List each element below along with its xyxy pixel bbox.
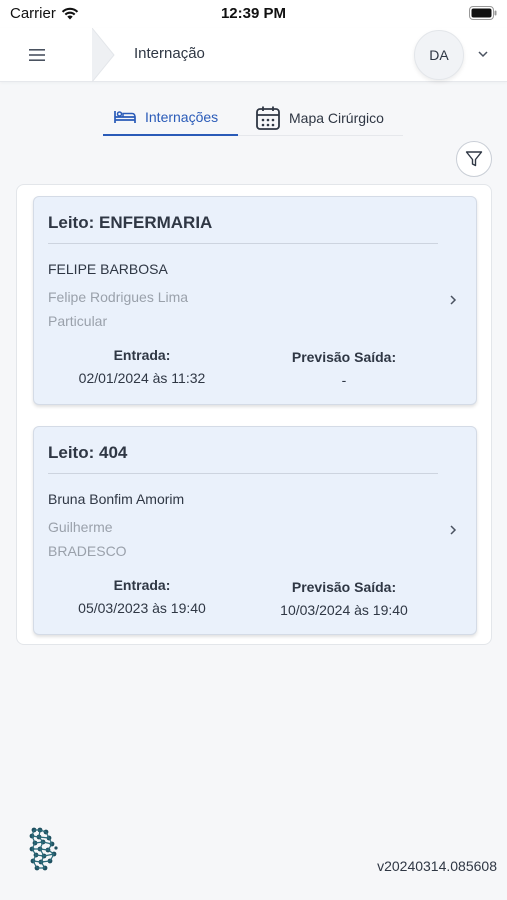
battery-icon [469,6,497,20]
app-version: v20240314.085608 [377,858,497,874]
doctor-name: Felipe Rodrigues Lima [48,289,189,305]
patient-name: FELIPE BARBOSA [48,261,168,277]
tab-bar: Internações Mapa Cirúrgico [103,100,403,136]
patient-name: Bruna Bonfim Amorim [48,491,185,507]
card-title: Leito: ENFERMARIA [48,213,213,232]
entry-value: 02/01/2024 às 11:32 [78,370,206,386]
filter-button[interactable] [456,141,492,177]
status-time: 12:39 PM [220,5,287,22]
insurance-name: BRADESCO [48,543,127,559]
doctor-name: Guilherme [48,519,113,535]
tab-internacoes-label: Internações [145,109,219,125]
entry-value: 05/03/2023 às 19:40 [78,600,206,616]
exit-value: 10/03/2024 às 19:40 [280,602,408,618]
bed-icon [114,111,136,123]
avatar-initials: DA [429,47,449,63]
card-title: Leito: 404 [48,443,128,462]
exit-value: - [341,372,347,388]
card-divider [48,243,438,244]
app-header: Internação DA [0,28,507,82]
internacoes-list: Leito: ENFERMARIA FELIPE BARBOSA Felipe … [16,184,492,645]
breadcrumb-separator [92,28,115,82]
exit-label: Previsão Saída: [291,349,397,365]
admission-card[interactable]: Leito: 404 Bruna Bonfim Amorim Guilherme… [33,426,477,635]
admission-card[interactable]: Leito: ENFERMARIA FELIPE BARBOSA Felipe … [33,196,477,405]
user-avatar[interactable]: DA [414,30,464,80]
tab-internacoes[interactable]: Internações [103,100,238,136]
card-divider [48,473,438,474]
page-title: Internação [134,45,205,62]
insurance-name: Particular [48,313,108,329]
chevron-right-icon [450,295,457,305]
exit-column: Previsão Saída: 10/03/2024 às 19:40 [244,579,444,618]
entry-label: Entrada: [113,347,171,363]
tab-mapa-cirurgico[interactable]: Mapa Cirúrgico [255,100,384,136]
app-logo [29,827,58,871]
entry-label: Entrada: [113,577,171,593]
filter-icon [465,151,483,167]
chevron-down-icon[interactable] [477,48,489,60]
exit-column: Previsão Saída: - [244,349,444,388]
menu-button[interactable] [28,43,68,67]
calendar-icon [256,106,280,130]
tab-mapa-cirurgico-label: Mapa Cirúrgico [289,110,384,126]
status-bar: Carrier 12:39 PM [0,0,507,28]
entry-column: Entrada: 05/03/2023 às 19:40 [42,577,242,616]
hamburger-icon [29,49,45,61]
entry-column: Entrada: 02/01/2024 às 11:32 [42,347,242,386]
chevron-right-icon [450,525,457,535]
exit-label: Previsão Saída: [291,579,397,595]
